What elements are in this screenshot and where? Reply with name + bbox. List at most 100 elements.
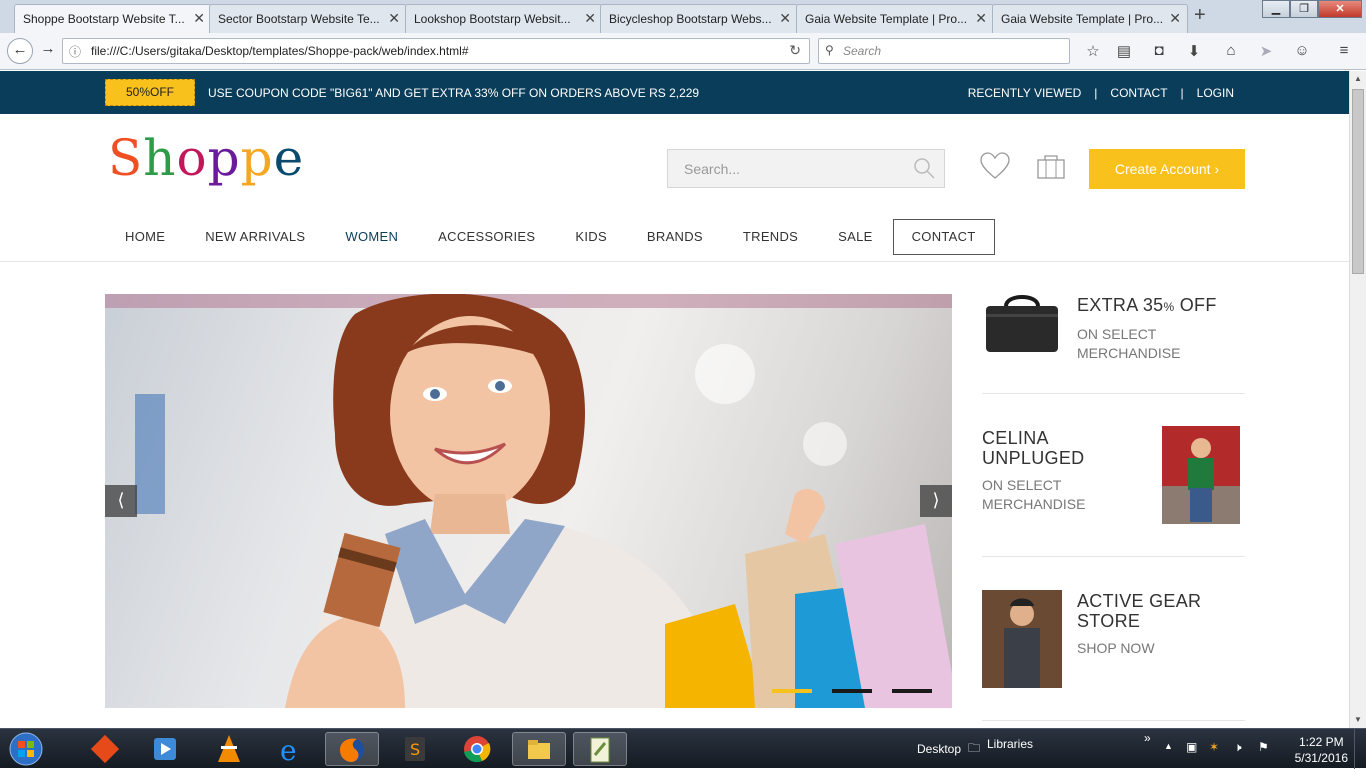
search-icon[interactable]: [912, 156, 936, 183]
login-link[interactable]: LOGIN: [1184, 86, 1247, 100]
slider-indicator-1[interactable]: [772, 689, 812, 693]
promo-subtitle: SHOP NOW: [1077, 640, 1155, 656]
slider-next-button[interactable]: ⟩: [920, 485, 952, 517]
site-logo[interactable]: Shoppe: [108, 129, 304, 187]
update-icon[interactable]: ✶: [1209, 740, 1219, 754]
tray-libraries-toolbar[interactable]: Libraries: [987, 737, 1033, 751]
tab-lookshop[interactable]: Lookshop Bootstarp Websit... ✕: [405, 4, 603, 33]
vlc-icon[interactable]: [202, 732, 256, 766]
chrome-icon[interactable]: [450, 732, 504, 766]
promo-bag-image[interactable]: [982, 292, 1062, 356]
forward-icon[interactable]: →: [35, 38, 61, 64]
create-account-button[interactable]: Create Account ›: [1089, 149, 1245, 189]
url-bar[interactable]: ⓘ file:///C:/Users/gitaka/Desktop/templa…: [62, 38, 810, 64]
promo-title: CELINA UNPLUGED: [982, 428, 1085, 468]
site-search-input[interactable]: Search...: [667, 149, 945, 188]
tab-shoppe[interactable]: Shoppe Bootstarp Website T... ✕: [14, 4, 212, 33]
promo-active-gear-image[interactable]: [982, 590, 1062, 688]
notepad-plus-plus-icon[interactable]: [573, 732, 627, 766]
svg-text:e: e: [280, 734, 297, 766]
file-explorer-icon[interactable]: [512, 732, 566, 766]
promo-divider: [982, 393, 1245, 394]
promo-extra-35[interactable]: EXTRA 35% OFF ON SELECT MERCHANDISE: [1077, 295, 1247, 363]
tray-expand-icon[interactable]: ▲: [1164, 741, 1173, 751]
windows-taskbar: e S Desktop 🗀 Libraries » ▲ ▣ ✶ 🕨 ⚑ 1:22…: [0, 728, 1366, 769]
page-scrollbar[interactable]: ▲ ▼: [1349, 71, 1366, 728]
nav-item-home[interactable]: HOME: [105, 219, 185, 255]
minimize-icon[interactable]: ▁: [1262, 0, 1290, 18]
git-icon[interactable]: [78, 732, 132, 766]
menu-icon[interactable]: ≡: [1334, 42, 1354, 62]
nav-item-new-arrivals[interactable]: NEW ARRIVALS: [185, 219, 325, 255]
nav-item-brands[interactable]: BRANDS: [627, 219, 723, 255]
nav-item-sale[interactable]: SALE: [818, 219, 892, 255]
tab-label: Gaia Website Template | Pro...: [1001, 12, 1164, 26]
tab-close-icon[interactable]: ✕: [975, 10, 987, 27]
nav-item-trends[interactable]: TRENDS: [723, 219, 818, 255]
clock-date: 5/31/2016: [1294, 751, 1348, 765]
nav-item-accessories[interactable]: ACCESSORIES: [418, 219, 555, 255]
download-icon[interactable]: ⬇: [1184, 42, 1204, 62]
firefox-icon[interactable]: [325, 732, 379, 766]
tab-close-icon[interactable]: ✕: [779, 10, 791, 27]
tab-sector[interactable]: Sector Bootstarp Website Te... ✕: [209, 4, 407, 33]
contact-link[interactable]: CONTACT: [1097, 86, 1180, 100]
slider-prev-button[interactable]: ⟨: [105, 485, 137, 517]
scroll-thumb[interactable]: [1352, 89, 1364, 274]
tab-label: Shoppe Bootstarp Website T...: [23, 12, 185, 26]
tab-gaia-2[interactable]: Gaia Website Template | Pro... ✕: [992, 4, 1188, 33]
browser-search-input[interactable]: ⚲ Search: [818, 38, 1070, 64]
reading-list-icon[interactable]: ▤: [1114, 42, 1134, 62]
sublime-text-icon[interactable]: S: [388, 732, 442, 766]
start-button[interactable]: [4, 731, 48, 767]
slider-indicator-2[interactable]: [832, 689, 872, 693]
wishlist-heart-icon[interactable]: [980, 152, 1010, 185]
recently-viewed-link[interactable]: RECENTLY VIEWED: [955, 86, 1095, 100]
shopping-bag-icon[interactable]: [1037, 153, 1065, 184]
toolbar-overflow-icon[interactable]: »: [1144, 731, 1151, 745]
tab-bicycleshop[interactable]: Bicycleshop Bootstarp Webs... ✕: [600, 4, 798, 33]
home-icon[interactable]: ⌂: [1221, 42, 1241, 62]
promo-active-gear[interactable]: ACTIVE GEAR STORE SHOP NOW: [1077, 591, 1247, 658]
clock-time: 1:22 PM: [1298, 735, 1344, 749]
browser-search-placeholder: Search: [843, 44, 882, 58]
volume-muted-icon[interactable]: 🕨: [1234, 740, 1242, 755]
maximize-icon[interactable]: ❐: [1290, 0, 1318, 18]
tab-close-icon[interactable]: ✕: [193, 10, 205, 27]
reload-icon[interactable]: ↻: [789, 42, 801, 59]
nav-item-women[interactable]: WOMEN: [325, 219, 418, 255]
internet-explorer-icon[interactable]: e: [264, 732, 318, 767]
promo-celina-image[interactable]: [1162, 426, 1240, 524]
device-icon[interactable]: ▣: [1186, 740, 1197, 754]
scroll-down-icon[interactable]: ▼: [1350, 712, 1366, 728]
promo-title: ACTIVE GEAR STORE: [1077, 591, 1202, 631]
scroll-up-icon[interactable]: ▲: [1350, 71, 1366, 87]
action-center-flag-icon[interactable]: ⚑: [1258, 740, 1269, 754]
info-icon[interactable]: ⓘ: [69, 43, 81, 60]
tab-close-icon[interactable]: ✕: [388, 10, 400, 27]
header-divider: [0, 261, 1349, 262]
system-clock[interactable]: 1:22 PM 5/31/2016: [1295, 734, 1348, 766]
logo-letter: h: [143, 129, 177, 187]
window-close-icon[interactable]: ✕: [1318, 0, 1362, 18]
hello-icon[interactable]: ☺: [1292, 42, 1312, 62]
back-icon[interactable]: ←: [7, 38, 33, 64]
web-page: 50%OFF USE COUPON CODE "BIG61" AND GET E…: [0, 71, 1349, 728]
slider-indicator-3[interactable]: [892, 689, 932, 693]
pocket-icon[interactable]: ◘: [1149, 42, 1169, 62]
media-player-icon[interactable]: [138, 732, 192, 766]
logo-letter: o: [176, 129, 208, 187]
promo-strip: 50%OFF USE COUPON CODE "BIG61" AND GET E…: [0, 71, 1349, 114]
new-tab-icon[interactable]: +: [1194, 4, 1206, 27]
share-icon[interactable]: ➤: [1256, 42, 1276, 62]
bookmark-star-icon[interactable]: ☆: [1083, 42, 1103, 62]
nav-item-kids[interactable]: KIDS: [555, 219, 627, 255]
tab-close-icon[interactable]: ✕: [1169, 10, 1181, 27]
tab-label: Lookshop Bootstarp Websit...: [414, 12, 571, 26]
show-desktop-button[interactable]: [1354, 729, 1366, 769]
tab-gaia-1[interactable]: Gaia Website Template | Pro... ✕: [796, 4, 994, 33]
tray-desktop-toolbar[interactable]: Desktop: [917, 742, 961, 756]
promo-celina-unpluged[interactable]: CELINA UNPLUGED ON SELECT MERCHANDISE: [982, 428, 1152, 514]
nav-item-contact[interactable]: CONTACT: [892, 219, 995, 255]
tab-close-icon[interactable]: ✕: [584, 10, 596, 27]
